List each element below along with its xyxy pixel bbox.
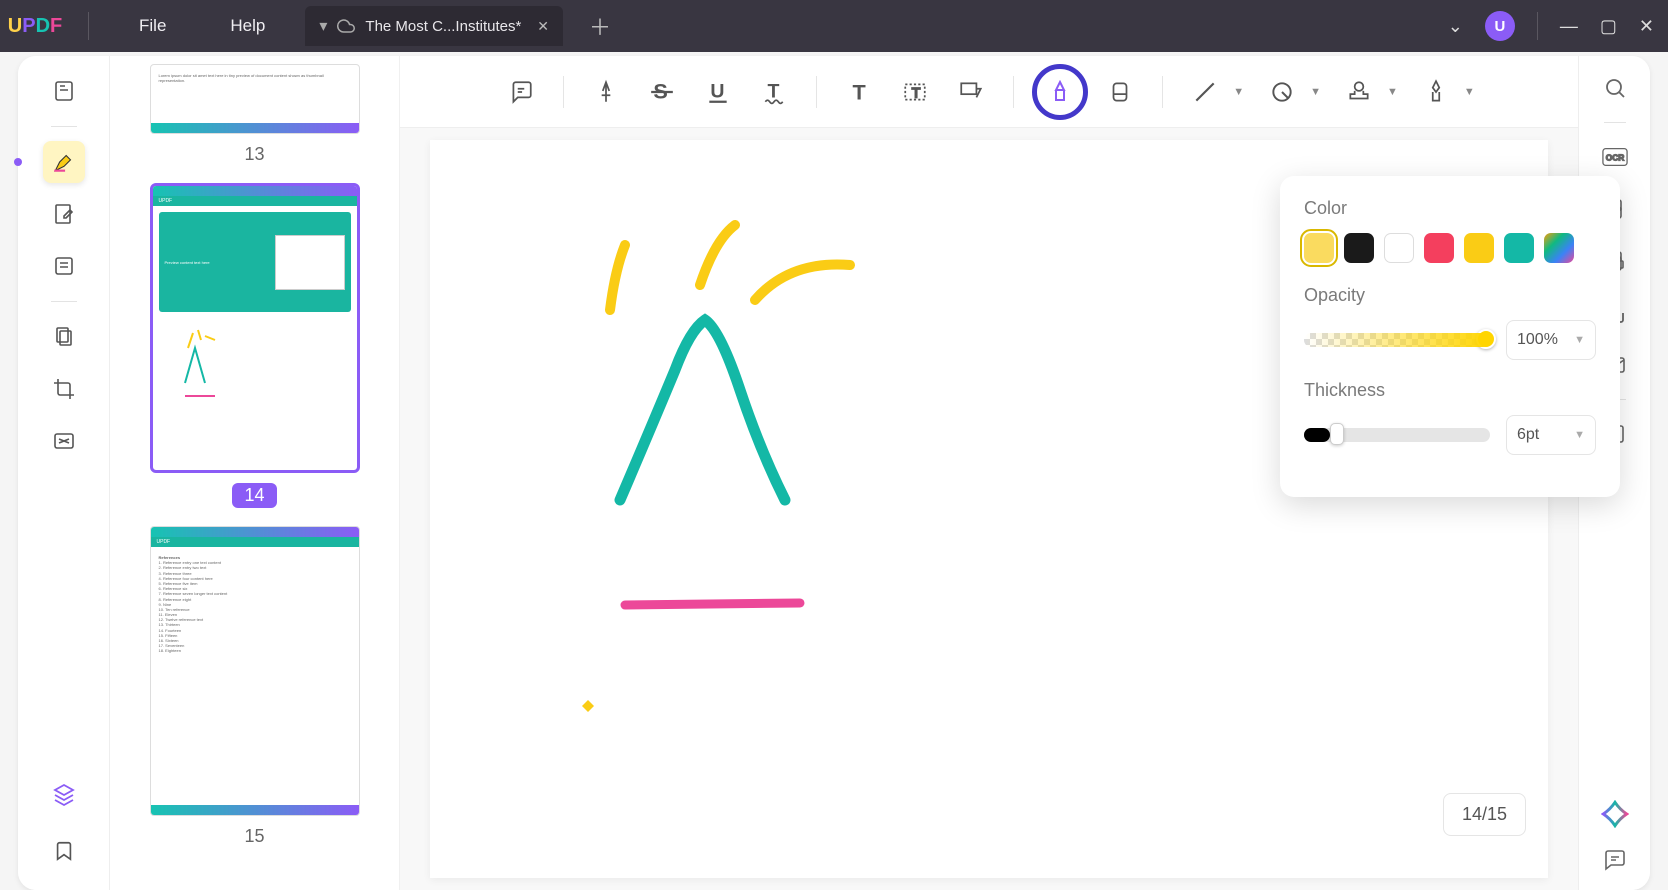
page-counter[interactable]: 14/15 xyxy=(1443,793,1526,836)
opacity-value: 100% xyxy=(1517,331,1558,349)
layers-icon[interactable] xyxy=(43,774,85,816)
search-icon[interactable] xyxy=(1597,70,1633,106)
opacity-row: 100% ▼ xyxy=(1304,320,1596,360)
new-tab-button[interactable]: ＋ xyxy=(589,10,611,42)
color-swatch-custom[interactable] xyxy=(1544,233,1574,263)
callout-tool[interactable] xyxy=(947,68,995,116)
thumbnail-number: 15 xyxy=(244,826,264,847)
textbox-tool[interactable]: T xyxy=(891,68,939,116)
cloud-icon xyxy=(337,17,355,35)
thumbnails-panel: Lorem ipsum dolor sit amet text here in … xyxy=(110,56,400,890)
app-logo: UPDF xyxy=(0,15,70,38)
comment-tool[interactable] xyxy=(497,68,545,116)
thumbnail-14[interactable]: UPDF Preview content text here 14 xyxy=(134,183,375,508)
form-icon[interactable] xyxy=(43,245,85,287)
tab-menu-icon[interactable]: ▾ xyxy=(319,16,327,36)
thickness-label: Thickness xyxy=(1304,380,1596,401)
redact-icon[interactable] xyxy=(43,420,85,462)
refs-heading: References xyxy=(159,555,181,560)
svg-text:OCR: OCR xyxy=(1605,153,1624,163)
organize-icon[interactable] xyxy=(43,316,85,358)
eraser-tool[interactable] xyxy=(1096,68,1144,116)
menu-help[interactable]: Help xyxy=(198,16,297,36)
signature-tool[interactable] xyxy=(1412,68,1460,116)
crop-icon[interactable] xyxy=(43,368,85,410)
color-swatch-black[interactable] xyxy=(1344,233,1374,263)
color-swatches xyxy=(1304,233,1596,263)
line-tool[interactable] xyxy=(1181,68,1229,116)
reader-icon[interactable] xyxy=(43,70,85,112)
shape-tool[interactable] xyxy=(1258,68,1306,116)
chevron-down-icon[interactable]: ▼ xyxy=(1387,86,1398,98)
chevron-down-icon[interactable]: ▼ xyxy=(1233,86,1244,98)
color-swatch-yellow[interactable] xyxy=(1304,233,1334,263)
ocr-icon[interactable]: OCR xyxy=(1597,139,1633,175)
chevron-down-icon[interactable]: ▼ xyxy=(1310,86,1321,98)
thumbnail-15[interactable]: UPDF References1. Reference entry one te… xyxy=(134,526,375,847)
thumbnail-number: 14 xyxy=(232,483,276,508)
menu-file[interactable]: File xyxy=(107,16,198,36)
highlighter-icon[interactable] xyxy=(43,141,85,183)
chevron-down-icon: ▼ xyxy=(1574,334,1585,346)
edit-icon[interactable] xyxy=(43,193,85,235)
annotation-toolbar: S U T T T ▼ ▼ ▼ ▼ xyxy=(400,56,1578,128)
titlebar: UPDF File Help ▾ The Most C...Institutes… xyxy=(0,0,1668,52)
opacity-value-box[interactable]: 100% ▼ xyxy=(1506,320,1596,360)
tab-title: The Most C...Institutes* xyxy=(365,18,521,35)
ai-assistant-icon[interactable] xyxy=(1601,800,1629,828)
svg-text:U: U xyxy=(711,80,725,102)
window-maximize-icon[interactable]: ▢ xyxy=(1600,16,1617,37)
drawing-content xyxy=(560,190,1060,750)
chevron-down-icon[interactable]: ▼ xyxy=(1464,86,1475,98)
thickness-row: 6pt ▼ xyxy=(1304,415,1596,455)
highlighter-tool[interactable] xyxy=(582,68,630,116)
text-tool[interactable]: T xyxy=(835,68,883,116)
opacity-slider[interactable] xyxy=(1304,333,1490,347)
chat-icon[interactable] xyxy=(1597,842,1633,878)
color-swatch-gold[interactable] xyxy=(1464,233,1494,263)
thickness-value: 6pt xyxy=(1517,426,1539,444)
window-minimize-icon[interactable]: — xyxy=(1560,16,1578,37)
pencil-tool[interactable] xyxy=(1032,64,1088,120)
user-avatar[interactable]: U xyxy=(1485,11,1515,41)
thumbnail-number: 13 xyxy=(244,144,264,165)
left-rail xyxy=(18,56,110,890)
color-label: Color xyxy=(1304,198,1596,219)
svg-text:T: T xyxy=(853,79,866,104)
color-swatch-white[interactable] xyxy=(1384,233,1414,263)
chevron-down-icon[interactable]: ⌄ xyxy=(1448,16,1463,37)
pencil-settings-popover: Color Opacity 100% ▼ Thickness 6pt ▼ xyxy=(1280,176,1620,497)
stamp-tool[interactable] xyxy=(1335,68,1383,116)
main-area: Lorem ipsum dolor sit amet text here in … xyxy=(18,56,1650,890)
document-tab[interactable]: ▾ The Most C...Institutes* ✕ xyxy=(305,6,563,46)
squiggly-tool[interactable]: T xyxy=(750,68,798,116)
underline-tool[interactable]: U xyxy=(694,68,742,116)
thickness-slider[interactable] xyxy=(1304,428,1490,442)
thickness-value-box[interactable]: 6pt ▼ xyxy=(1506,415,1596,455)
tab-close-icon[interactable]: ✕ xyxy=(537,18,549,35)
opacity-label: Opacity xyxy=(1304,285,1596,306)
window-close-icon[interactable]: ✕ xyxy=(1639,16,1654,37)
svg-text:T: T xyxy=(912,84,921,100)
color-swatch-red[interactable] xyxy=(1424,233,1454,263)
strikethrough-tool[interactable]: S xyxy=(638,68,686,116)
bookmark-icon[interactable] xyxy=(43,830,85,872)
svg-text:T: T xyxy=(768,80,780,102)
canvas-area: S U T T T ▼ ▼ ▼ ▼ xyxy=(400,56,1578,890)
color-swatch-teal[interactable] xyxy=(1504,233,1534,263)
thumbnail-13[interactable]: Lorem ipsum dolor sit amet text here in … xyxy=(134,64,375,165)
chevron-down-icon: ▼ xyxy=(1574,429,1585,441)
